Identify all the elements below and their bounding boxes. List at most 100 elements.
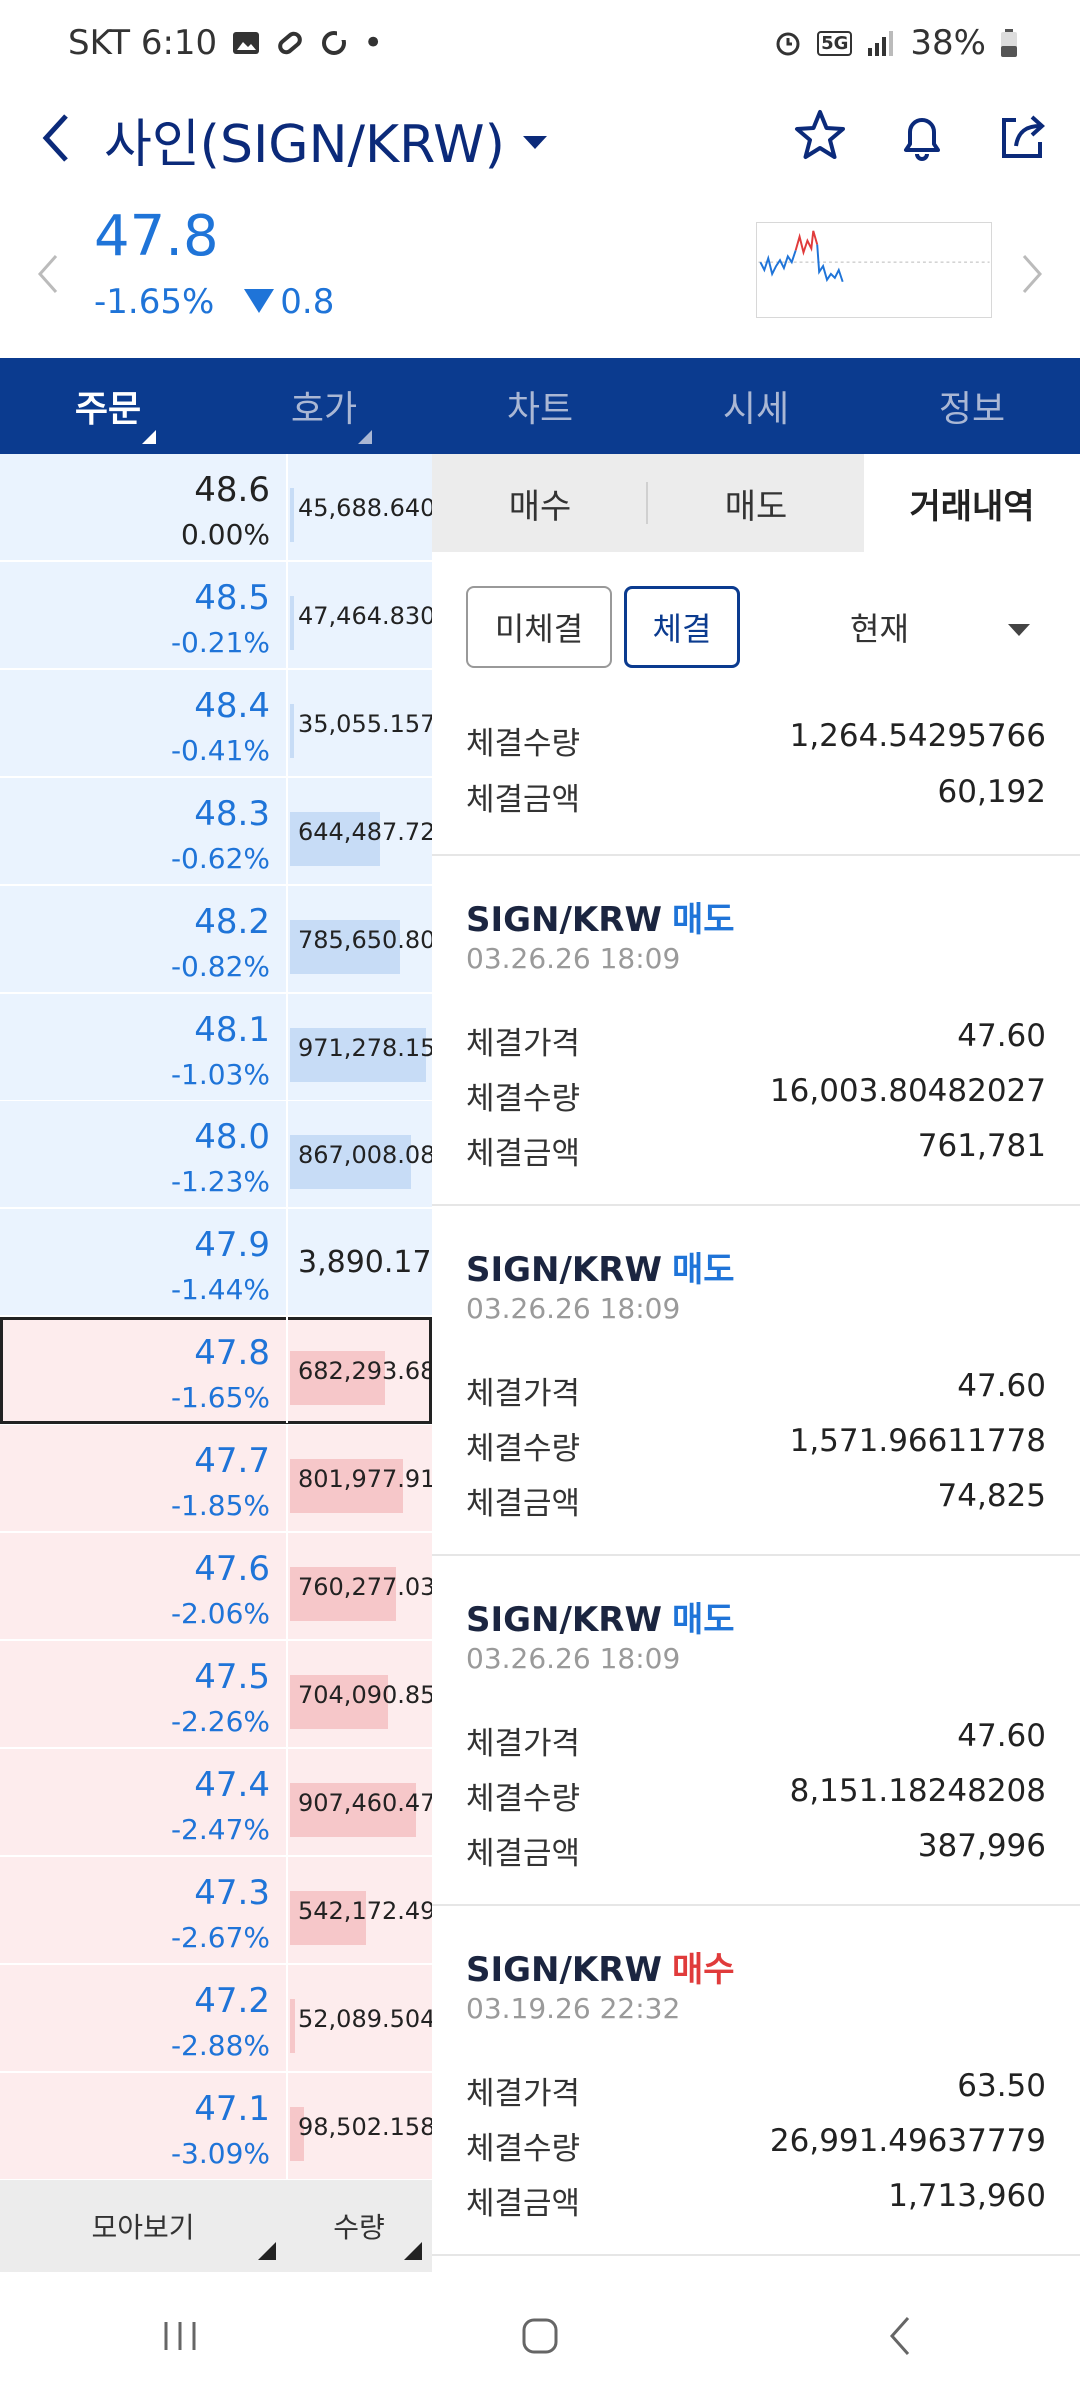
- row-price: 48.1: [194, 1009, 270, 1050]
- system-nav-bar: [0, 2272, 1080, 2400]
- row-volume: 704,090.856: [298, 1680, 451, 1709]
- trade-detail-value: 47.60: [957, 1718, 1046, 1754]
- chevron-left-icon[interactable]: [36, 252, 60, 296]
- trade-title: SIGN/KRW 매도: [466, 892, 735, 941]
- trade-title: SIGN/KRW 매수: [466, 1942, 735, 1991]
- tab-order[interactable]: 주문: [0, 358, 216, 454]
- back-arrow-icon[interactable]: [36, 108, 76, 168]
- chevron-down-icon: [522, 136, 547, 149]
- market-selector[interactable]: 사인(SIGN/KRW): [104, 102, 547, 177]
- orderbook-row[interactable]: 47.4 -2.47% 907,460.470: [0, 1748, 451, 1856]
- trade-detail-key: 체결금액: [466, 1836, 581, 1872]
- trade-detail-row: 체결가격 47.60: [466, 1368, 1046, 1413]
- back-icon[interactable]: [870, 2306, 930, 2366]
- tab-order-label: 주문: [74, 389, 142, 430]
- row-divider: [286, 993, 288, 1100]
- orderbook-row[interactable]: 48.3 -0.62% 644,487.729: [0, 777, 451, 885]
- row-divider: [286, 1640, 288, 1747]
- subtab-sell[interactable]: 매도: [648, 454, 864, 552]
- signal-icon: [868, 31, 894, 56]
- tab-corner-indicator: [358, 430, 372, 444]
- orderbook-row[interactable]: 47.3 -2.67% 542,172.499: [0, 1856, 451, 1964]
- row-volume: 98,502.158: [298, 2112, 436, 2141]
- scope-select[interactable]: 현재: [816, 586, 1046, 668]
- subtab-history[interactable]: 거래내역: [864, 454, 1080, 552]
- trade-pair: SIGN/KRW: [466, 1600, 662, 1640]
- orderbook-row[interactable]: 47.9 -1.44% 3,890.177: [0, 1209, 451, 1317]
- orderbook-row[interactable]: 48.0 -1.23% 867,008.080: [0, 1101, 451, 1209]
- orderbook-row[interactable]: 47.6 -2.06% 760,277.035: [0, 1533, 451, 1640]
- current-price: 47.8: [94, 204, 219, 269]
- volume-bar: [290, 488, 294, 542]
- orderbook-row[interactable]: 48.2 -0.82% 785,650.806: [0, 885, 451, 993]
- change-amount-wrap: 0.8: [244, 282, 334, 322]
- orderbook-row-current[interactable]: 47.8 -1.65% 682,293.686: [0, 1317, 451, 1425]
- home-icon[interactable]: [510, 2306, 570, 2366]
- row-divider: [286, 1101, 288, 1208]
- unfilled-filter-label: 미체결: [494, 610, 584, 648]
- row-volume: 35,055.157: [298, 709, 436, 738]
- share-icon[interactable]: [994, 106, 1054, 166]
- orderbook-row[interactable]: 47.1 -3.09% 98,502.158: [0, 2072, 436, 2180]
- row-price: 47.4: [194, 1764, 270, 1805]
- orderbook-row[interactable]: 47.2 -2.88% 52,089.504: [0, 1964, 435, 2072]
- quantity-label: 수량: [333, 2211, 385, 2244]
- down-triangle-icon: [244, 289, 275, 313]
- orderbook-row[interactable]: 48.6 0.00% 45,688.640: [0, 454, 436, 561]
- recent-apps-icon[interactable]: [150, 2306, 210, 2366]
- row-price: 48.6: [194, 470, 270, 510]
- trade-detail-key: 체결금액: [466, 1136, 581, 1172]
- orderbook-row[interactable]: 48.5 -0.21% 47,464.830: [0, 561, 435, 669]
- main-tabs: 주문 호가 차트 시세 정보: [0, 358, 1080, 454]
- group-view-button[interactable]: 모아보기: [0, 2180, 286, 2272]
- trade-entry[interactable]: SIGN/KRW 매도 03.26.26 18:09 체결가격 47.60 체결수량 16,…: [432, 854, 1080, 1204]
- filled-filter-button[interactable]: 체결: [624, 586, 740, 668]
- trade-entry[interactable]: SIGN/KRW 매도 03.26.26 18:09 체결가격 47.60 체결수량 1,5…: [432, 1204, 1080, 1554]
- row-price: 47.2: [194, 1980, 270, 2021]
- row-divider: [286, 885, 288, 992]
- trade-entry[interactable]: SIGN/KRW 매수 03.19.26 22:32 체결가격 63.50 체결수량 26,…: [432, 1904, 1080, 2254]
- orderbook-row[interactable]: 48.4 -0.41% 35,055.157: [0, 669, 436, 777]
- history-filters: 미체결 체결: [466, 586, 740, 668]
- trade-detail-value: 26,991.49637779: [769, 2123, 1046, 2159]
- price-change: -1.65% 0.8: [94, 282, 334, 322]
- panel-subtabs: 매수 매도 거래내역: [432, 454, 1080, 552]
- row-volume: 542,172.499: [298, 1896, 451, 1925]
- row-divider: [286, 1533, 288, 1639]
- battery-icon: [1001, 29, 1017, 57]
- subtab-buy-label: 매수: [508, 486, 572, 527]
- alarm-icon: [776, 32, 800, 56]
- summary-value: 60,192: [937, 774, 1046, 810]
- tab-chart[interactable]: 차트: [432, 358, 648, 454]
- row-change-percent: -0.62%: [170, 841, 270, 875]
- chevron-right-icon[interactable]: [1020, 252, 1044, 296]
- trade-detail-key: 체결수량: [466, 1081, 581, 1117]
- star-icon[interactable]: [790, 106, 850, 166]
- mini-price-chart[interactable]: [756, 222, 992, 318]
- gallery-icon: [233, 32, 260, 54]
- trade-detail-value: 387,996: [917, 1828, 1046, 1864]
- orderbook-row[interactable]: 48.1 -1.03% 971,278.159: [0, 993, 451, 1101]
- trade-time: 03.26.26 18:09: [466, 1642, 681, 1675]
- subtab-buy[interactable]: 매수: [432, 454, 648, 552]
- row-volume: 785,650.806: [298, 925, 451, 954]
- trade-detail-value: 8,151.18248208: [789, 1773, 1046, 1809]
- trade-side: 매도: [671, 900, 735, 940]
- row-divider: [286, 777, 288, 884]
- volume-bar: [290, 1998, 295, 2053]
- orderbook-footer: 모아보기 수량: [0, 2180, 432, 2272]
- bell-icon[interactable]: [892, 106, 952, 166]
- unfilled-filter-button[interactable]: 미체결: [466, 586, 612, 668]
- trade-entry[interactable]: SIGN/KRW 매도 03.26.26 18:09 체결가격 47.60 체결수량 8,1…: [432, 1554, 1080, 1904]
- tab-orderbook[interactable]: 호가: [216, 358, 432, 454]
- orderbook-row[interactable]: 47.7 -1.85% 801,977.910: [0, 1425, 451, 1533]
- row-volume: 45,688.640: [298, 494, 436, 522]
- orderbook-row[interactable]: 47.5 -2.26% 704,090.856: [0, 1640, 451, 1748]
- quantity-toggle-button[interactable]: 수량: [286, 2180, 432, 2272]
- tab-info[interactable]: 정보: [864, 358, 1080, 454]
- trade-detail-row: 체결수량 26,991.49637779: [466, 2123, 1046, 2168]
- tab-market-price[interactable]: 시세: [648, 358, 864, 454]
- volume-bar: [290, 703, 294, 758]
- tab-orderbook-label: 호가: [290, 389, 358, 430]
- row-change-percent: -3.09%: [170, 2136, 270, 2170]
